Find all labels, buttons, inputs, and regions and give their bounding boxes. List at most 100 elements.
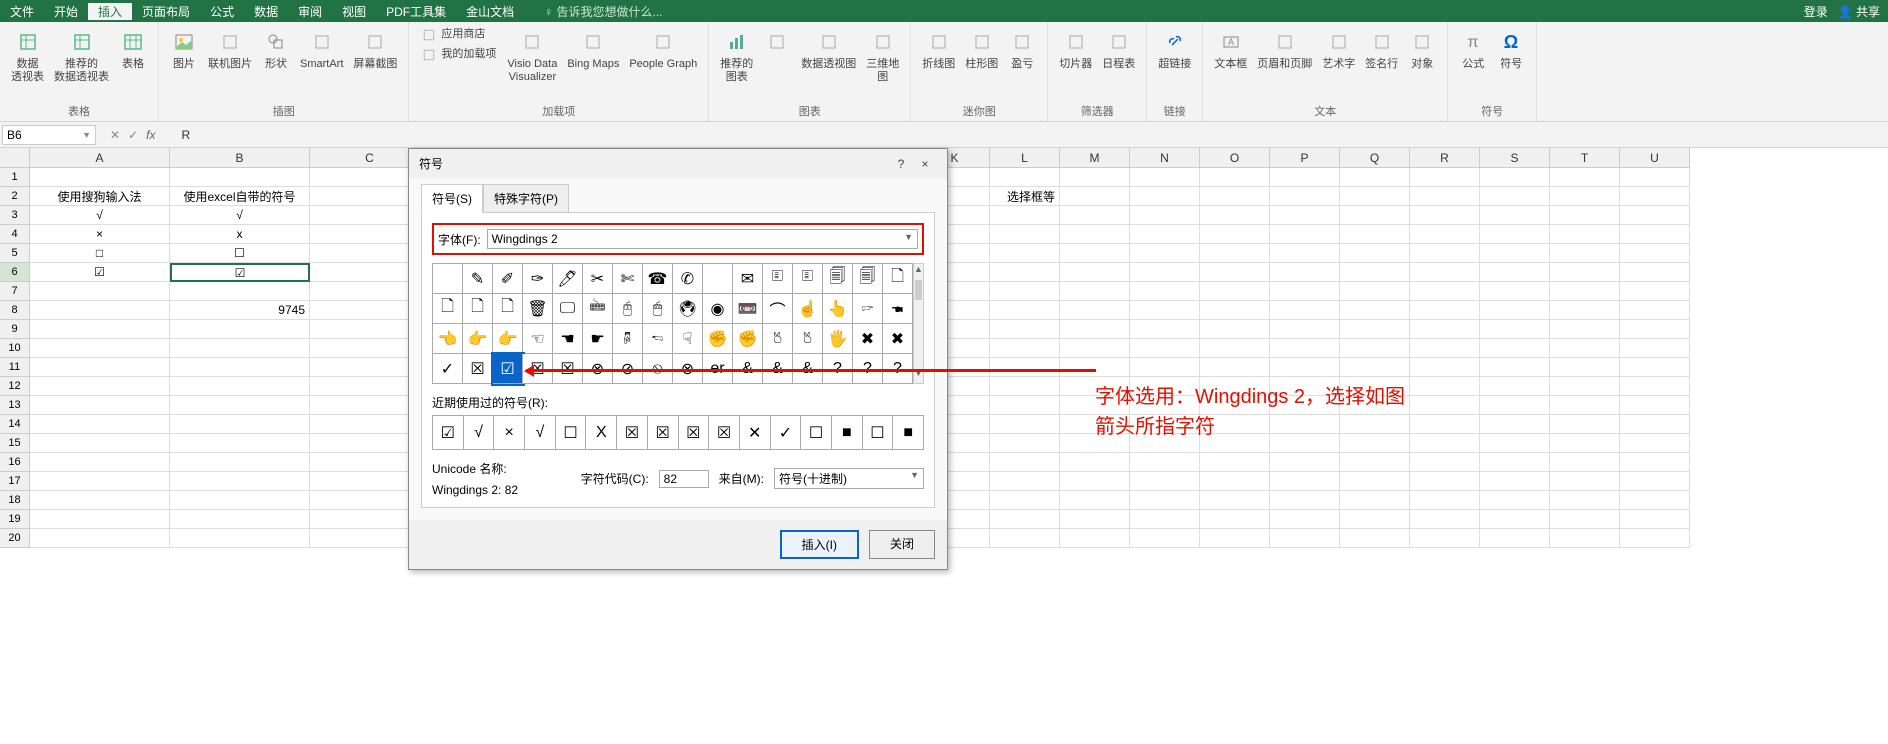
ribbon-推荐的 数据透视表[interactable]: 推荐的 数据透视表 — [51, 26, 112, 86]
cell-Q3[interactable] — [1340, 206, 1410, 225]
symbol-cell[interactable]: er — [703, 354, 733, 384]
cell-L20[interactable] — [990, 529, 1060, 548]
ribbon-超链接[interactable]: 超链接 — [1155, 26, 1194, 73]
ribbon-柱形图[interactable]: 柱形图 — [962, 26, 1001, 73]
cell-M19[interactable] — [1060, 510, 1130, 529]
cell-R15[interactable] — [1410, 434, 1480, 453]
ribbon-屏幕截图[interactable]: 屏幕截图 — [350, 26, 400, 73]
cell-B10[interactable] — [170, 339, 310, 358]
cell-P10[interactable] — [1270, 339, 1340, 358]
symbol-cell[interactable]: 🖱 — [643, 294, 673, 324]
symbol-cell[interactable]: ⊗ — [583, 354, 613, 384]
cell-U20[interactable] — [1620, 529, 1690, 548]
cell-A7[interactable] — [30, 282, 170, 301]
row-header-15[interactable]: 15 — [0, 434, 30, 453]
cell-N8[interactable] — [1130, 301, 1200, 320]
cell-R11[interactable] — [1410, 358, 1480, 377]
symbol-cell[interactable] — [703, 264, 733, 294]
symbol-cell[interactable]: ✊ — [703, 324, 733, 354]
symbol-cell[interactable]: 🗐 — [853, 264, 883, 294]
cell-S4[interactable] — [1480, 225, 1550, 244]
scroll-down-icon[interactable]: ▼ — [914, 368, 923, 383]
cell-O18[interactable] — [1200, 491, 1270, 510]
cell-B4[interactable]: x — [170, 225, 310, 244]
cell-M2[interactable] — [1060, 187, 1130, 206]
cell-L9[interactable] — [990, 320, 1060, 339]
ribbon-文本框[interactable]: A文本框 — [1211, 26, 1250, 73]
cell-N1[interactable] — [1130, 168, 1200, 187]
symbol-cell[interactable]: 👆 — [823, 294, 853, 324]
cell-M4[interactable] — [1060, 225, 1130, 244]
recent-symbol-cell[interactable]: ☑ — [433, 416, 464, 450]
cell-N11[interactable] — [1130, 358, 1200, 377]
cell-T19[interactable] — [1550, 510, 1620, 529]
ribbon-符号[interactable]: Ω符号 — [1494, 26, 1528, 73]
cell-U13[interactable] — [1620, 396, 1690, 415]
cell-S18[interactable] — [1480, 491, 1550, 510]
cell-U2[interactable] — [1620, 187, 1690, 206]
symbol-cell[interactable]: 🖐 — [823, 324, 853, 354]
cell-P2[interactable] — [1270, 187, 1340, 206]
cell-R20[interactable] — [1410, 529, 1480, 548]
symbol-cell[interactable]: ⌒ — [763, 294, 793, 324]
cell-O8[interactable] — [1200, 301, 1270, 320]
cell-A14[interactable] — [30, 415, 170, 434]
symbol-cell[interactable]: ✊ — [733, 324, 763, 354]
cell-Q20[interactable] — [1340, 529, 1410, 548]
cell-M20[interactable] — [1060, 529, 1130, 548]
col-header-B[interactable]: B — [170, 148, 310, 168]
ribbon-三维地 图[interactable]: 三维地 图 — [863, 26, 902, 86]
cell-U11[interactable] — [1620, 358, 1690, 377]
col-header-P[interactable]: P — [1270, 148, 1340, 168]
cell-R5[interactable] — [1410, 244, 1480, 263]
cell-B16[interactable] — [170, 453, 310, 472]
cell-L8[interactable] — [990, 301, 1060, 320]
symbol-cell[interactable]: ✓ — [433, 354, 463, 384]
cell-L15[interactable] — [990, 434, 1060, 453]
cell-U6[interactable] — [1620, 263, 1690, 282]
cell-S2[interactable] — [1480, 187, 1550, 206]
cell-U14[interactable] — [1620, 415, 1690, 434]
col-header-O[interactable]: O — [1200, 148, 1270, 168]
ribbon-图片[interactable]: 图片 — [167, 26, 201, 73]
cell-O1[interactable] — [1200, 168, 1270, 187]
cell-P11[interactable] — [1270, 358, 1340, 377]
symbol-cell[interactable]: 🗑 — [523, 294, 553, 324]
cell-T20[interactable] — [1550, 529, 1620, 548]
cell-Q19[interactable] — [1340, 510, 1410, 529]
cell-N3[interactable] — [1130, 206, 1200, 225]
cell-T9[interactable] — [1550, 320, 1620, 339]
menu-页面布局[interactable]: 页面布局 — [132, 3, 200, 20]
recent-symbol-cell[interactable]: ☐ — [801, 416, 832, 450]
cell-S17[interactable] — [1480, 472, 1550, 491]
tell-me-hint[interactable]: ♀ 告诉我您想做什么... — [544, 3, 662, 20]
symbol-cell[interactable]: 🗉 — [793, 264, 823, 294]
cell-P7[interactable] — [1270, 282, 1340, 301]
symbol-cell[interactable]: ✂ — [583, 264, 613, 294]
cell-L14[interactable] — [990, 415, 1060, 434]
cell-M18[interactable] — [1060, 491, 1130, 510]
cell-P3[interactable] — [1270, 206, 1340, 225]
col-header-R[interactable]: R — [1410, 148, 1480, 168]
cell-U19[interactable] — [1620, 510, 1690, 529]
symbol-cell[interactable]: ✆ — [673, 264, 703, 294]
cell-N16[interactable] — [1130, 453, 1200, 472]
ribbon-Bing Maps[interactable]: Bing Maps — [564, 26, 622, 73]
cell-Q2[interactable] — [1340, 187, 1410, 206]
cell-O5[interactable] — [1200, 244, 1270, 263]
cell-R14[interactable] — [1410, 415, 1480, 434]
symbol-cell[interactable]: 🖜 — [883, 294, 913, 324]
close-button[interactable]: × — [913, 157, 937, 171]
cell-Q18[interactable] — [1340, 491, 1410, 510]
cell-P9[interactable] — [1270, 320, 1340, 339]
dialog-tab-0[interactable]: 符号(S) — [421, 184, 483, 213]
symbol-cell[interactable]: 🗉 — [763, 264, 793, 294]
cell-T17[interactable] — [1550, 472, 1620, 491]
cell-S10[interactable] — [1480, 339, 1550, 358]
cell-M8[interactable] — [1060, 301, 1130, 320]
cell-T4[interactable] — [1550, 225, 1620, 244]
ribbon-联机图片[interactable]: 联机图片 — [205, 26, 255, 73]
cell-A13[interactable] — [30, 396, 170, 415]
cell-L3[interactable] — [990, 206, 1060, 225]
cell-L7[interactable] — [990, 282, 1060, 301]
